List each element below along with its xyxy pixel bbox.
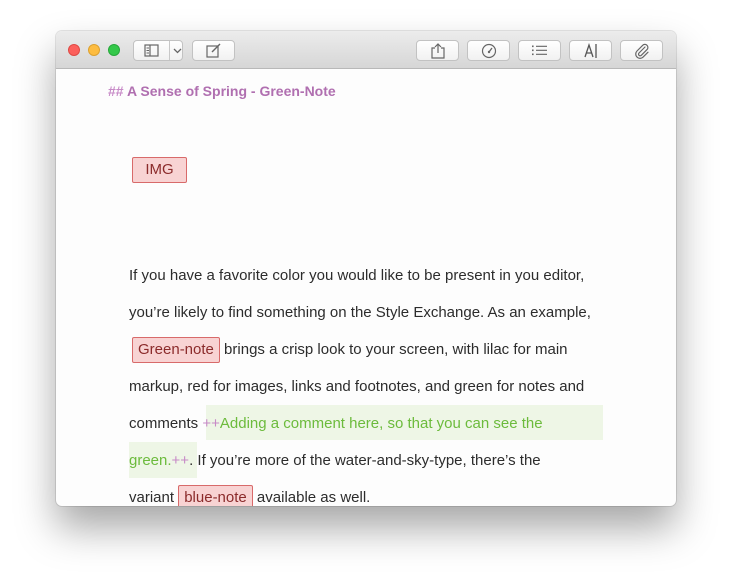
text-line: green.++. If you’re more of the water-an… bbox=[129, 442, 605, 479]
editor-window: ## A Sense of Spring - Green-Note IMG If… bbox=[56, 31, 676, 506]
text-line: you’re likely to find something on the S… bbox=[129, 294, 605, 331]
paperclip-icon bbox=[634, 43, 650, 59]
gauge-icon bbox=[481, 43, 497, 59]
text-line: If you have a favorite color you would l… bbox=[129, 257, 605, 294]
line-text: If you have a favorite color you would l… bbox=[129, 267, 585, 284]
comment-text: green. bbox=[129, 452, 172, 469]
line-text: . If you’re more of the water-and-sky-ty… bbox=[189, 452, 541, 469]
image-tag[interactable]: IMG bbox=[132, 157, 187, 183]
title-bar bbox=[56, 31, 676, 69]
comment-markup: ++ bbox=[202, 415, 220, 432]
heading-text: A Sense of Spring - Green-Note bbox=[126, 83, 336, 99]
text-line: variant blue-note available as well. bbox=[129, 479, 605, 506]
line-text: brings a crisp look to your screen, with… bbox=[219, 341, 568, 358]
line-text: comments bbox=[129, 415, 203, 432]
close-button[interactable] bbox=[68, 44, 80, 56]
text-line: Green-note brings a crisp look to your s… bbox=[132, 331, 605, 368]
segment-divider bbox=[169, 41, 170, 60]
line-text: markup, red for images, links and footno… bbox=[129, 378, 585, 395]
line-text: available as well. bbox=[252, 489, 371, 506]
sidebar-toggle-button[interactable] bbox=[133, 40, 183, 61]
compose-button[interactable] bbox=[192, 40, 235, 61]
line-text: you’re likely to find something on the S… bbox=[129, 304, 591, 321]
attach-button[interactable] bbox=[620, 40, 663, 61]
chevron-down-icon[interactable] bbox=[173, 48, 182, 54]
minimize-button[interactable] bbox=[88, 44, 100, 56]
blue-note-link[interactable]: blue-note bbox=[178, 485, 253, 506]
zoom-button[interactable] bbox=[108, 44, 120, 56]
outline-button[interactable] bbox=[518, 40, 561, 61]
heading-markup: ## bbox=[108, 83, 124, 99]
text-line: comments ++Adding a comment here, so tha… bbox=[129, 405, 605, 442]
comment-text: Adding a comment here, so that you can s… bbox=[219, 415, 543, 432]
sidebar-icon bbox=[144, 44, 160, 57]
line-text: variant bbox=[129, 489, 179, 506]
text-line: markup, red for images, links and footno… bbox=[129, 368, 605, 405]
document-heading: ## A Sense of Spring - Green-Note bbox=[108, 83, 336, 99]
body-paragraph: If you have a favorite color you would l… bbox=[129, 257, 605, 506]
share-button[interactable] bbox=[416, 40, 459, 61]
green-note-link[interactable]: Green-note bbox=[132, 337, 220, 364]
text-cursor-icon bbox=[583, 42, 598, 59]
comment-markup: ++ bbox=[171, 452, 190, 469]
typography-button[interactable] bbox=[569, 40, 612, 61]
preview-button[interactable] bbox=[467, 40, 510, 61]
list-icon bbox=[532, 45, 547, 56]
share-icon bbox=[430, 42, 445, 59]
editor-content[interactable]: ## A Sense of Spring - Green-Note IMG If… bbox=[56, 69, 676, 506]
compose-icon bbox=[205, 43, 222, 58]
